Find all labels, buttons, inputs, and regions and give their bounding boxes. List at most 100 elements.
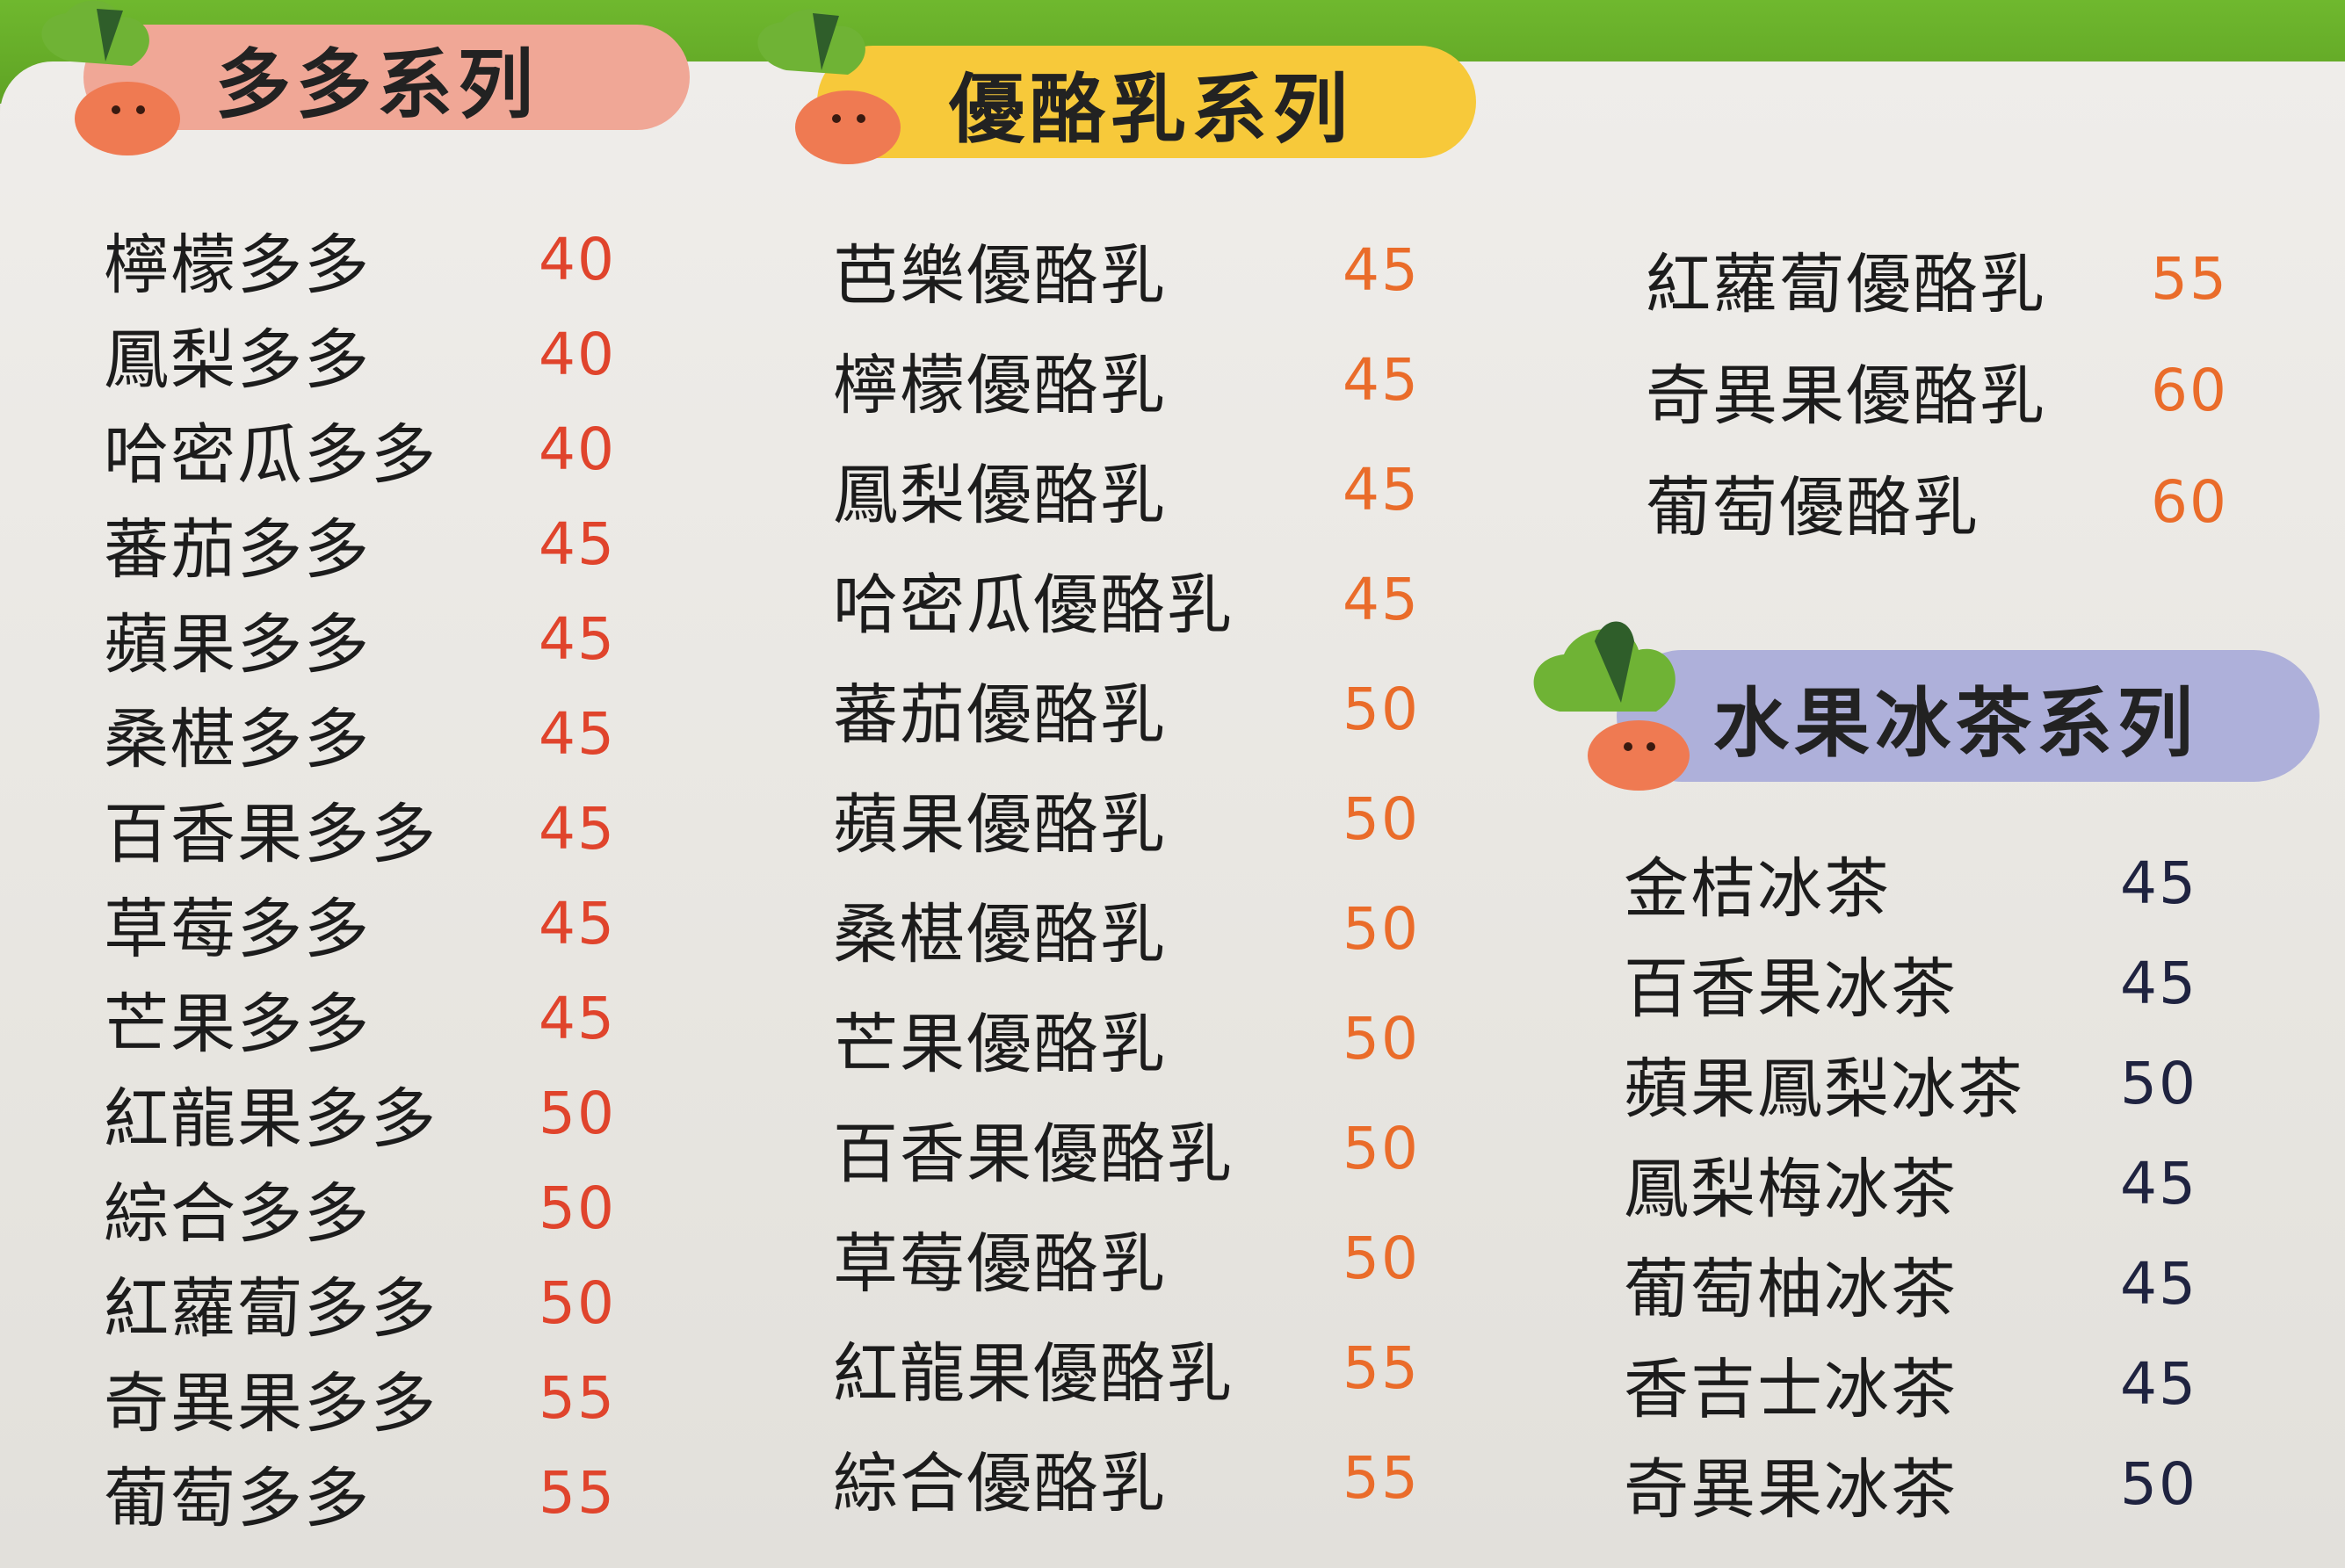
- menu-item-name: 綜合優酪乳: [833, 1445, 1167, 1521]
- menu-item: 鳳梨梅冰茶 45: [1624, 1144, 2196, 1227]
- menu-item-name: 檸檬多多: [104, 227, 371, 303]
- menu-item-name: 草莓優酪乳: [833, 1225, 1167, 1302]
- menu-item-name: 奇異果多多: [104, 1365, 438, 1442]
- menu-item: 葡萄優酪乳 60: [1646, 462, 2226, 546]
- menu-item-name: 桑椹多多: [104, 701, 371, 777]
- menu-item-name: 奇異果優酪乳: [1646, 358, 2046, 434]
- menu-item: 蕃茄多多 45: [104, 504, 614, 588]
- menu-item-price: 60: [2151, 356, 2228, 424]
- menu-item: 蘋果優酪乳 50: [833, 779, 1418, 863]
- menu-item-price: 50: [1343, 1004, 1420, 1073]
- menu-item-price: 45: [1343, 565, 1420, 633]
- menu-item-price: 60: [2151, 467, 2228, 536]
- menu-item-price: 50: [2120, 1049, 2197, 1117]
- menu-item-price: 55: [539, 1458, 616, 1527]
- menu-item: 葡萄多多 55: [104, 1453, 614, 1536]
- menu-item-price: 55: [539, 1363, 616, 1432]
- menu-item-name: 草莓多多: [104, 891, 371, 967]
- menu-item-price: 45: [539, 889, 616, 957]
- menu-item-price: 50: [1343, 675, 1420, 743]
- menu-item: 芒果多多 45: [104, 979, 614, 1062]
- menu-item: 芭樂優酪乳 45: [833, 230, 1418, 314]
- menu-item-price: 50: [1343, 1114, 1420, 1182]
- menu-item-name: 葡萄柚冰茶: [1624, 1251, 1958, 1327]
- menu-item-price: 40: [539, 225, 616, 293]
- menu-item-price: 45: [1343, 345, 1420, 414]
- menu-item: 紅蘿蔔多多 50: [104, 1263, 614, 1347]
- menu-item-price: 50: [1343, 894, 1420, 963]
- menu-item-price: 45: [2120, 949, 2197, 1017]
- menu-item: 奇異果冰茶 50: [1624, 1444, 2196, 1528]
- menu-item: 奇異果多多 55: [104, 1358, 614, 1442]
- menu-item-price: 50: [2120, 1449, 2197, 1518]
- menu-item-price: 50: [539, 1079, 616, 1147]
- menu-item-price: 45: [539, 509, 616, 578]
- menu-item-name: 蘋果多多: [104, 606, 371, 683]
- menu-item-price: 50: [1343, 784, 1420, 853]
- menu-item-name: 鳳梨多多: [104, 322, 371, 398]
- menu-item-name: 桑椹優酪乳: [833, 896, 1167, 972]
- menu-item-name: 哈密瓜多多: [104, 416, 438, 493]
- menu-item-price: 45: [539, 984, 616, 1052]
- yogurt-series-banner: 優酪乳系列: [817, 46, 1476, 158]
- menu-item: 桑椹優酪乳 50: [833, 889, 1418, 972]
- menu-item: 紅蘿蔔優酪乳 55: [1646, 239, 2226, 322]
- menu-item-price: 45: [1343, 235, 1420, 304]
- menu-item: 鳳梨優酪乳 45: [833, 450, 1418, 533]
- menu-item-price: 50: [539, 1174, 616, 1242]
- menu-item-name: 紅龍果多多: [104, 1080, 438, 1157]
- menu-item: 百香果優酪乳 50: [833, 1109, 1418, 1192]
- menu-item-name: 紅龍果優酪乳: [833, 1335, 1234, 1412]
- menu-item: 桑椹多多 45: [104, 694, 614, 777]
- menu-item: 檸檬優酪乳 45: [833, 340, 1418, 423]
- menu-item-price: 45: [539, 794, 616, 863]
- menu-item: 芒果優酪乳 50: [833, 999, 1418, 1082]
- menu-item: 葡萄柚冰茶 45: [1624, 1244, 2196, 1327]
- menu-item-price: 45: [2120, 1249, 2197, 1318]
- menu-item-price: 45: [2120, 849, 2197, 917]
- menu-item-price: 55: [1343, 1333, 1420, 1402]
- menu-item: 鳳梨多多 40: [104, 314, 614, 398]
- menu-item-name: 檸檬優酪乳: [833, 347, 1167, 423]
- menu-item-price: 45: [2120, 1149, 2197, 1218]
- menu-item: 百香果冰茶 45: [1624, 943, 2196, 1027]
- tea-series-banner: 水果冰茶系列: [1617, 650, 2320, 782]
- menu-item-name: 蘋果優酪乳: [833, 786, 1167, 863]
- menu-item: 金桔冰茶 45: [1624, 843, 2196, 927]
- menu-item-price: 50: [539, 1268, 616, 1337]
- menu-item-name: 葡萄優酪乳: [1646, 469, 1979, 546]
- menu-item-name: 百香果冰茶: [1624, 950, 1958, 1027]
- menu-item-name: 蕃茄多多: [104, 511, 371, 588]
- menu-item-name: 鳳梨優酪乳: [833, 457, 1167, 533]
- menu-item-name: 葡萄多多: [104, 1460, 371, 1536]
- menu-item-price: 45: [539, 699, 616, 768]
- menu-item-price: 55: [2151, 244, 2228, 313]
- menu-item-name: 鳳梨梅冰茶: [1624, 1151, 1958, 1227]
- menu-item-name: 百香果優酪乳: [833, 1116, 1234, 1192]
- carrot-mascot-icon: [41, 0, 180, 155]
- menu-item-name: 奇異果冰茶: [1624, 1451, 1958, 1528]
- menu-item: 哈密瓜多多 40: [104, 409, 614, 493]
- menu-item: 蘋果鳳梨冰茶 50: [1624, 1044, 2196, 1127]
- menu-item: 哈密瓜優酪乳 45: [833, 560, 1418, 643]
- menu-item-name: 紅蘿蔔多多: [104, 1270, 438, 1347]
- menu-item: 草莓優酪乳 50: [833, 1218, 1418, 1302]
- menu-item-name: 哈密瓜優酪乳: [833, 567, 1234, 643]
- menu-item-name: 百香果多多: [104, 796, 438, 872]
- menu-item-name: 芒果優酪乳: [833, 1006, 1167, 1082]
- menu-item-name: 芭樂優酪乳: [833, 237, 1167, 314]
- menu-item-price: 40: [539, 320, 616, 388]
- menu-item-price: 45: [2120, 1349, 2197, 1418]
- menu-item: 綜合多多 50: [104, 1168, 614, 1252]
- menu-item-name: 金桔冰茶: [1624, 850, 1891, 927]
- menu-item: 紅龍果優酪乳 55: [833, 1328, 1418, 1412]
- menu-item: 草莓多多 45: [104, 884, 614, 967]
- menu-item: 百香果多多 45: [104, 789, 614, 872]
- menu-item-price: 50: [1343, 1224, 1420, 1292]
- menu-item: 檸檬多多 40: [104, 220, 614, 303]
- menu-item-price: 40: [539, 415, 616, 483]
- menu-item: 蘋果多多 45: [104, 599, 614, 683]
- menu-item-price: 45: [539, 604, 616, 673]
- menu-item-price: 55: [1343, 1443, 1420, 1512]
- menu-item-price: 45: [1343, 455, 1420, 524]
